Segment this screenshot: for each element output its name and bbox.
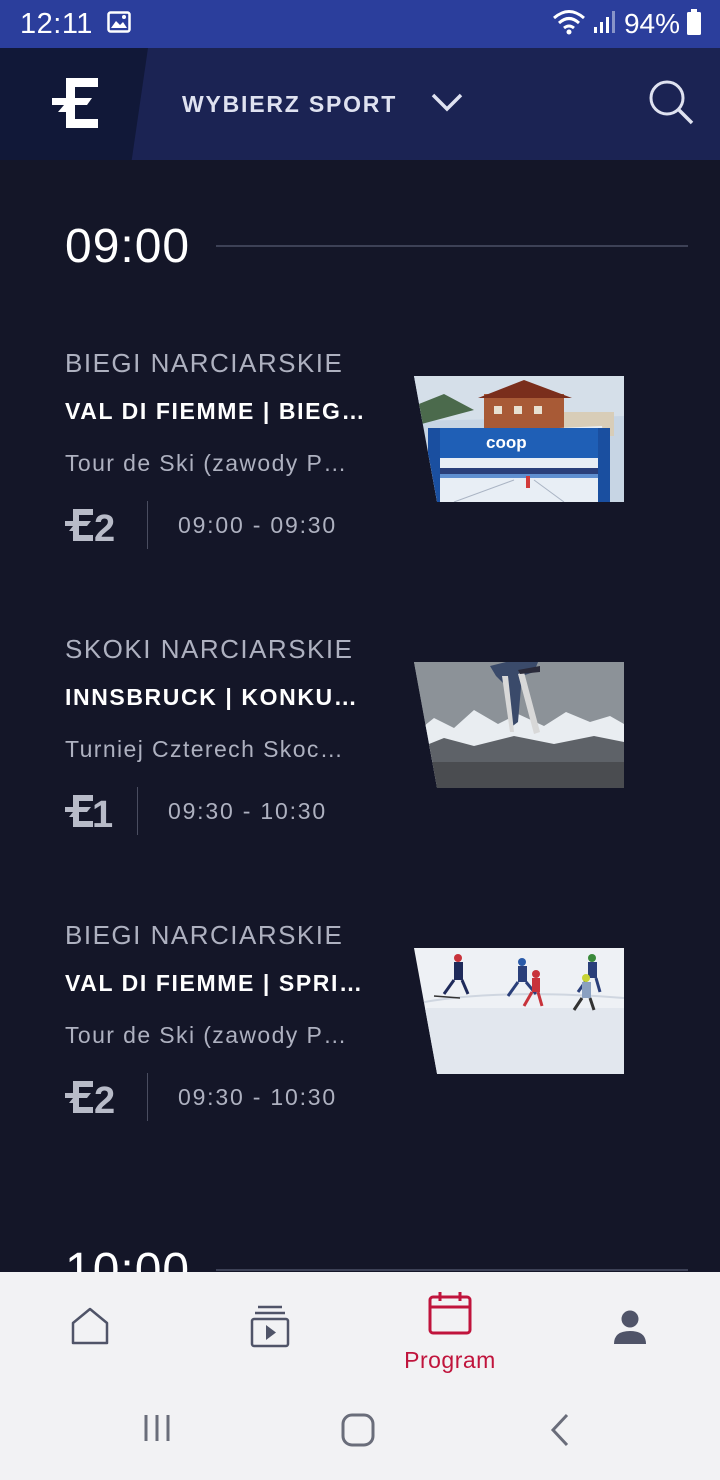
channel-e2-logo: 2 — [65, 1077, 147, 1117]
home-system-button[interactable] — [340, 1412, 376, 1453]
home-icon — [70, 1306, 110, 1351]
nav-home[interactable] — [0, 1272, 180, 1384]
divider — [216, 245, 688, 247]
recent-apps-button[interactable] — [141, 1412, 173, 1449]
search-button[interactable] — [646, 78, 696, 128]
event-thumbnail — [414, 662, 624, 788]
time-group-header: 10:00 — [65, 1238, 688, 1272]
battery-icon — [686, 8, 702, 41]
event-subtitle: Tour de Ski (zawody P… — [65, 450, 348, 476]
app-header: WYBIERZ SPORT — [0, 48, 720, 160]
svg-text:1: 1 — [92, 794, 113, 831]
wifi-icon — [552, 9, 586, 40]
event-card[interactable]: BIEGI NARCIARSKIE VAL DI FIEMME | SPRI… … — [65, 920, 625, 1160]
time-group-label: 09:00 — [65, 219, 191, 273]
recent-apps-icon — [141, 1415, 173, 1448]
battery-percent: 94% — [623, 8, 680, 39]
time-group-label: 10:00 — [65, 1243, 191, 1273]
back-icon — [548, 1413, 572, 1452]
channel-e2-logo: 2 — [65, 505, 147, 545]
event-subtitle: Tour de Ski (zawody P… — [65, 1022, 348, 1048]
event-meta: 2 09:30 - 10:30 — [65, 1072, 337, 1122]
event-card[interactable]: BIEGI NARCIARSKIE VAL DI FIEMME | BIEG… … — [65, 348, 625, 588]
event-title: INNSBRUCK | KONKU… — [65, 684, 359, 710]
event-title: VAL DI FIEMME | SPRI… — [65, 970, 364, 996]
event-thumbnail — [414, 948, 624, 1074]
home-square-icon — [340, 1413, 376, 1452]
event-sport: SKOKI NARCIARSKIE — [65, 634, 354, 664]
nav-program[interactable]: Program — [360, 1272, 540, 1384]
search-icon — [646, 80, 696, 132]
sport-selector[interactable]: WYBIERZ SPORT — [182, 82, 463, 126]
channel-e1-logo: 1 — [65, 791, 137, 831]
banner-text: coop — [486, 433, 527, 452]
status-bar: 12:11 94% — [0, 0, 720, 48]
image-icon — [107, 10, 131, 38]
event-sport: BIEGI NARCIARSKIE — [65, 920, 344, 950]
divider — [147, 501, 148, 549]
event-subtitle: Turniej Czterech Skoc… — [65, 736, 345, 762]
event-meta: 2 09:00 - 09:30 — [65, 500, 337, 550]
svg-text:2: 2 — [94, 508, 115, 545]
divider — [147, 1073, 148, 1121]
system-navigation-bar — [0, 1384, 720, 1480]
divider — [216, 1269, 688, 1271]
signal-icon — [592, 9, 618, 40]
event-time-range: 09:00 - 09:30 — [178, 511, 337, 538]
nav-program-label: Program — [404, 1347, 496, 1373]
time-group-header: 09:00 — [65, 214, 688, 278]
event-card[interactable]: SKOKI NARCIARSKIE INNSBRUCK | KONKU… Tur… — [65, 634, 625, 874]
event-meta: 1 09:30 - 10:30 — [65, 786, 327, 836]
chevron-down-icon — [431, 92, 463, 117]
event-thumbnail: coop — [414, 376, 624, 502]
event-time-range: 09:30 - 10:30 — [168, 797, 327, 824]
video-library-icon — [250, 1304, 290, 1353]
divider — [137, 787, 138, 835]
svg-text:2: 2 — [94, 1080, 115, 1117]
bottom-navigation: Program — [0, 1272, 720, 1384]
status-time: 12:11 — [20, 7, 93, 40]
calendar-icon — [427, 1290, 473, 1341]
event-title: VAL DI FIEMME | BIEG… — [65, 398, 367, 424]
schedule-list[interactable]: 09:00 BIEGI NARCIARSKIE VAL DI FIEMME | … — [0, 160, 720, 1272]
nav-videos[interactable] — [180, 1272, 360, 1384]
event-time-range: 09:30 - 10:30 — [178, 1083, 337, 1110]
back-button[interactable] — [548, 1412, 572, 1453]
eurosport-logo[interactable] — [52, 78, 100, 133]
profile-icon — [612, 1310, 648, 1349]
sport-selector-label: WYBIERZ SPORT — [182, 90, 398, 117]
event-sport: BIEGI NARCIARSKIE — [65, 348, 344, 378]
nav-profile[interactable] — [540, 1272, 720, 1384]
